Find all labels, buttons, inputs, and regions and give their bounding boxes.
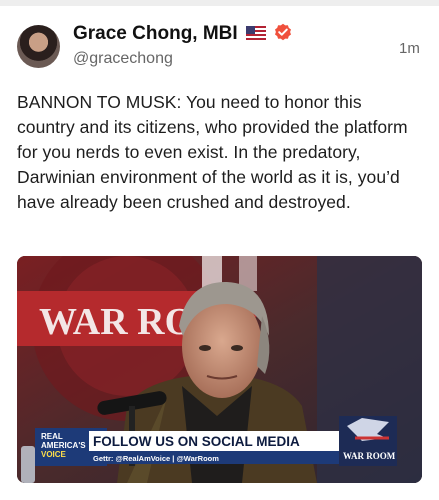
us-flag-icon [245, 26, 266, 40]
verified-badge-icon [275, 23, 292, 41]
banner-headline: FOLLOW US ON SOCIAL MEDIA [93, 434, 300, 449]
top-separator [0, 0, 439, 6]
backdrop-text: WAR RO [39, 301, 194, 343]
avatar[interactable] [17, 25, 60, 68]
author-name[interactable]: Grace Chong, MBI [73, 23, 238, 44]
banner-subline: Gettr: @RealAmVoice | @WarRoom [93, 454, 219, 463]
warroom-badge-text: WAR ROOM [343, 451, 396, 461]
post-timestamp[interactable]: 1m [399, 40, 420, 57]
video-frame: WAR RO REAL AMERICA'S VOICE FOLLOW US ON… [17, 256, 422, 483]
rav-logo-line1: REAL [41, 432, 63, 441]
post-text: BANNON TO MUSK: You need to honor this c… [17, 92, 408, 212]
post-video[interactable]: WAR RO REAL AMERICA'S VOICE FOLLOW US ON… [17, 256, 422, 483]
rav-logo-line3: VOICE [41, 450, 67, 459]
author-name-row[interactable]: Grace Chong, MBI [73, 23, 292, 45]
author-handle[interactable]: @gracechong [73, 50, 173, 68]
rav-logo-line2: AMERICA'S [41, 441, 86, 450]
